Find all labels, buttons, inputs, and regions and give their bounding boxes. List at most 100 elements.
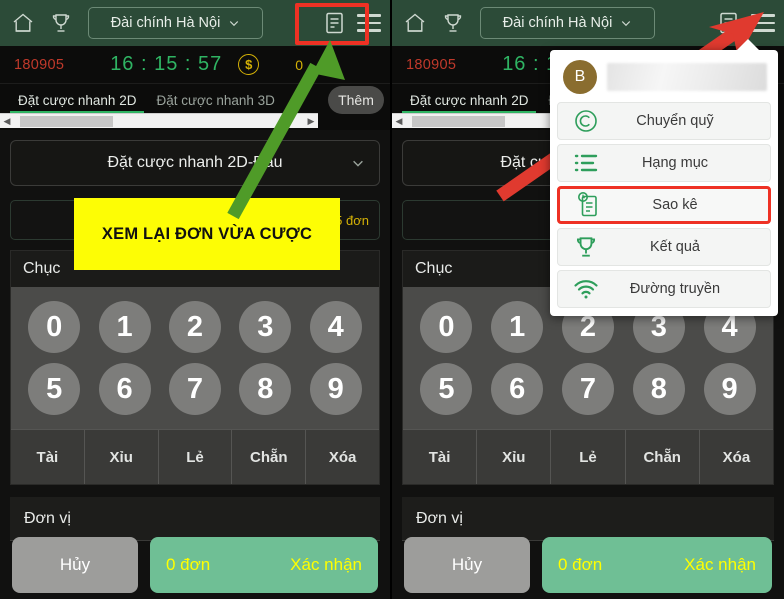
circle-c-icon — [558, 108, 614, 134]
right-screen-panel: Đài chính Hà Nội 180905 16 : 15 : 57 $ 0 — [392, 0, 784, 599]
func-chan[interactable]: Chẵn — [626, 430, 700, 484]
digit-key[interactable]: 7 — [561, 363, 614, 415]
balance-value: 0 — [295, 56, 304, 73]
menu-item-label: Đường truyền — [629, 281, 721, 297]
confirm-button[interactable]: 0 đơn Xác nhận — [542, 537, 772, 593]
tab-quick-bet-3d[interactable]: Đặt cược nhanh 3D — [146, 89, 284, 114]
left-screen-panel: Đài chính Hà Nội 180905 16 : 15 : 57 $ 0… — [0, 0, 392, 599]
document-list-icon[interactable] — [710, 6, 746, 40]
menu-item-results[interactable]: Kết quả — [557, 228, 771, 266]
action-footer: Hủy 0 đơn Xác nhận — [0, 537, 390, 593]
digit-key[interactable]: 8 — [239, 363, 292, 415]
hamburger-menu-icon[interactable] — [354, 6, 384, 40]
coin-icon: $ — [238, 54, 260, 75]
menu-item-transfer-funds[interactable]: Chuyển quỹ — [557, 102, 771, 140]
func-xoa[interactable]: Xóa — [306, 430, 379, 484]
func-xiu[interactable]: Xỉu — [85, 430, 159, 484]
menu-item-label: Kết quả — [650, 239, 700, 255]
tab-quick-bet-2d[interactable]: Đặt cược nhanh 2D — [400, 89, 538, 114]
tab-label: Đặt cược nhanh 3D — [156, 92, 275, 108]
top-app-bar: Đài chính Hà Nội — [392, 0, 784, 46]
scroll-left-arrow[interactable]: ◀ — [392, 116, 406, 126]
func-tai[interactable]: Tài — [11, 430, 85, 484]
digit-key[interactable]: 9 — [703, 363, 756, 415]
menu-item-label: Hạng mục — [641, 155, 709, 171]
chevron-down-icon — [353, 160, 363, 167]
scrollbar-thumb[interactable] — [20, 115, 113, 127]
units-row[interactable]: Đơn vị — [10, 497, 380, 541]
digit-key[interactable]: 7 — [168, 363, 221, 415]
menu-item-label: Sao kê — [652, 197, 698, 213]
station-select[interactable]: Đài chính Hà Nội — [480, 7, 655, 39]
func-chan[interactable]: Chẵn — [232, 430, 307, 484]
scrollbar-track[interactable] — [14, 115, 304, 127]
username-redacted — [607, 63, 767, 91]
digit-key[interactable]: 1 — [98, 301, 151, 353]
horizontal-scrollbar[interactable]: ◀ ▶ — [0, 113, 318, 128]
digit-key[interactable]: 4 — [309, 301, 362, 353]
screenshot-root: Đài chính Hà Nội 180905 16 : 15 : 57 $ 0… — [0, 0, 784, 599]
digit-row: 5 6 7 8 9 — [411, 363, 765, 415]
home-icon[interactable] — [6, 8, 40, 38]
station-select[interactable]: Đài chính Hà Nội — [88, 7, 263, 39]
cancel-button[interactable]: Hủy — [12, 537, 138, 593]
top-bar-right-group — [710, 6, 778, 40]
confirm-label: Xác nhận — [684, 555, 756, 574]
digit-key[interactable]: 3 — [239, 301, 292, 353]
digit-key[interactable]: 6 — [491, 363, 544, 415]
digit-key[interactable]: 6 — [98, 363, 151, 415]
avatar: B — [563, 60, 597, 94]
order-count-label: 0 đơn — [558, 555, 603, 574]
units-row[interactable]: Đơn vị — [402, 497, 774, 541]
bet-mode-select[interactable]: Đặt cược nhanh 2D-Đầu — [10, 140, 380, 186]
tab-strip: Đặt cược nhanh 2D Đặt cược nhanh 3D Thêm… — [0, 84, 390, 130]
func-tai[interactable]: Tài — [403, 430, 478, 484]
tab-quick-bet-2d[interactable]: Đặt cược nhanh 2D — [8, 89, 146, 114]
digit-key[interactable]: 8 — [632, 363, 685, 415]
digit-key[interactable]: 5 — [420, 363, 473, 415]
func-le[interactable]: Lẻ — [551, 430, 626, 484]
menu-user-header: B — [557, 56, 771, 102]
home-icon[interactable] — [398, 8, 432, 38]
document-list-icon[interactable] — [316, 6, 352, 40]
digit-key[interactable]: 9 — [309, 363, 362, 415]
countdown-timer: 16 : 15 : 57 — [110, 53, 223, 75]
draw-id: 180905 — [14, 56, 65, 73]
panel-body: Đặt cược nhanh 2D-Đầu Số nóng 65 đơn Chụ… — [0, 130, 390, 541]
digit-key[interactable]: 1 — [491, 301, 544, 353]
tens-keypad: Chục 0 1 2 3 4 5 6 7 8 9 Tài Xỉu Lẻ Chẵn… — [10, 250, 380, 485]
digit-key[interactable]: 0 — [28, 301, 81, 353]
add-tab-button[interactable]: Thêm — [328, 86, 384, 114]
scroll-right-arrow[interactable]: ▶ — [304, 116, 318, 126]
menu-item-connection[interactable]: Đường truyền — [557, 270, 771, 308]
units-label: Đơn vị — [416, 509, 463, 527]
order-count-label: 0 đơn — [166, 555, 211, 574]
action-footer: Hủy 0 đơn Xác nhận — [392, 537, 784, 593]
trophy-icon[interactable] — [436, 8, 470, 38]
menu-item-categories[interactable]: Hạng mục — [557, 144, 771, 182]
draw-id: 180905 — [406, 56, 457, 73]
units-label: Đơn vị — [24, 509, 71, 527]
confirm-button[interactable]: 0 đơn Xác nhận — [150, 537, 378, 593]
keypad-function-row: Tài Xỉu Lẻ Chẵn Xóa — [11, 429, 379, 484]
scroll-left-arrow[interactable]: ◀ — [0, 116, 14, 126]
callout-text: XEM LẠI ĐƠN VỪA CƯỢC — [101, 224, 313, 243]
digit-key[interactable]: 0 — [420, 301, 473, 353]
hamburger-menu-icon[interactable] — [748, 6, 778, 40]
tab-label: Đặt cược nhanh 2D — [18, 92, 137, 108]
scrollbar-thumb[interactable] — [412, 115, 506, 127]
func-xoa[interactable]: Xóa — [700, 430, 773, 484]
func-le[interactable]: Lẻ — [159, 430, 233, 484]
func-xiu[interactable]: Xỉu — [477, 430, 552, 484]
digit-grid: 0 1 2 3 4 5 6 7 8 9 — [11, 287, 379, 429]
keypad-function-row: Tài Xỉu Lẻ Chẵn Xóa — [403, 429, 773, 484]
digit-row: 5 6 7 8 9 — [19, 363, 371, 415]
digit-key[interactable]: 2 — [168, 301, 221, 353]
cancel-button[interactable]: Hủy — [404, 537, 530, 593]
menu-item-label: Chuyển quỹ — [636, 113, 714, 129]
menu-item-statement[interactable]: Sao kê — [557, 186, 771, 224]
trophy-icon[interactable] — [44, 8, 78, 38]
digit-key[interactable]: 5 — [28, 363, 81, 415]
digit-row: 0 1 2 3 4 — [19, 301, 371, 353]
list-icon — [558, 152, 614, 174]
